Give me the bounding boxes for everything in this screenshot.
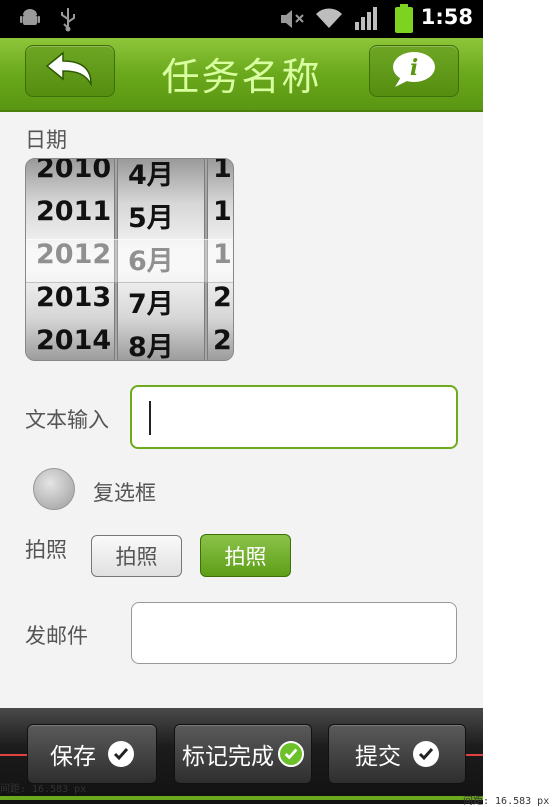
android-icon <box>18 6 42 34</box>
month-option[interactable]: 8月 <box>118 325 204 360</box>
text-input-label: 文本输入 <box>25 408 109 432</box>
month-option[interactable]: 5月 <box>118 196 204 239</box>
date-selection-highlight <box>26 239 233 283</box>
bottom-accent-line <box>0 796 483 800</box>
day-option[interactable]: 17 <box>208 159 233 196</box>
month-option[interactable]: 4月 <box>118 159 204 196</box>
photo-button[interactable]: 拍照 <box>91 535 182 577</box>
text-input[interactable] <box>130 385 458 449</box>
spacing-guide-right <box>466 754 483 756</box>
usb-icon <box>58 6 78 36</box>
email-input[interactable] <box>131 602 457 664</box>
year-option[interactable]: 2010 <box>26 159 114 196</box>
submit-button-label: 提交 <box>355 744 401 770</box>
day-option[interactable]: 21 <box>208 325 233 360</box>
mute-icon <box>278 6 306 36</box>
save-button-label: 保存 <box>50 744 96 770</box>
check-icon <box>108 741 134 767</box>
day-option[interactable]: 18 <box>208 196 233 239</box>
checkbox[interactable] <box>33 468 75 510</box>
page-title: 任务名称 <box>161 55 322 99</box>
text-cursor <box>149 401 151 435</box>
info-button[interactable]: i <box>369 45 459 97</box>
date-picker[interactable]: 2010 2011 2012 2013 2014 4月 5月 6月 7月 8月 … <box>25 158 234 361</box>
mark-done-button[interactable]: 标记完成 <box>174 724 312 784</box>
spacing-guide-left <box>0 754 27 756</box>
checkbox-label[interactable]: 复选框 <box>93 477 156 507</box>
spacing-annotation-right: 间距: 16.583 px <box>463 796 550 807</box>
app-screen: 1:58 任务名称 i 日期 2010 2011 2012 2013 2014 … <box>0 0 483 804</box>
year-option[interactable]: 2013 <box>26 282 114 325</box>
check-green-icon <box>278 741 304 767</box>
signal-icon <box>354 6 380 36</box>
year-option[interactable]: 2011 <box>26 196 114 239</box>
day-option[interactable]: 20 <box>208 282 233 325</box>
email-label: 发邮件 <box>25 624 88 648</box>
date-label: 日期 <box>25 128 67 152</box>
back-arrow-icon <box>43 50 97 92</box>
back-button[interactable] <box>25 45 115 97</box>
photo-label: 拍照 <box>25 538 67 562</box>
photo-button-active[interactable]: 拍照 <box>200 534 291 577</box>
year-option[interactable]: 2014 <box>26 325 114 360</box>
info-icon: i <box>389 49 439 93</box>
wifi-icon <box>314 6 344 36</box>
month-option[interactable]: 7月 <box>118 282 204 325</box>
title-bar: 任务名称 i <box>0 38 483 112</box>
check-icon <box>413 741 439 767</box>
save-button[interactable]: 保存 <box>27 724 157 784</box>
spacing-annotation-left: 间距: 16.583 px <box>0 784 87 795</box>
mark-done-button-label: 标记完成 <box>182 744 274 770</box>
submit-button[interactable]: 提交 <box>328 724 466 784</box>
status-bar: 1:58 <box>0 0 483 38</box>
battery-icon <box>394 4 414 38</box>
svg-text:i: i <box>410 55 418 81</box>
clock: 1:58 <box>420 5 473 29</box>
